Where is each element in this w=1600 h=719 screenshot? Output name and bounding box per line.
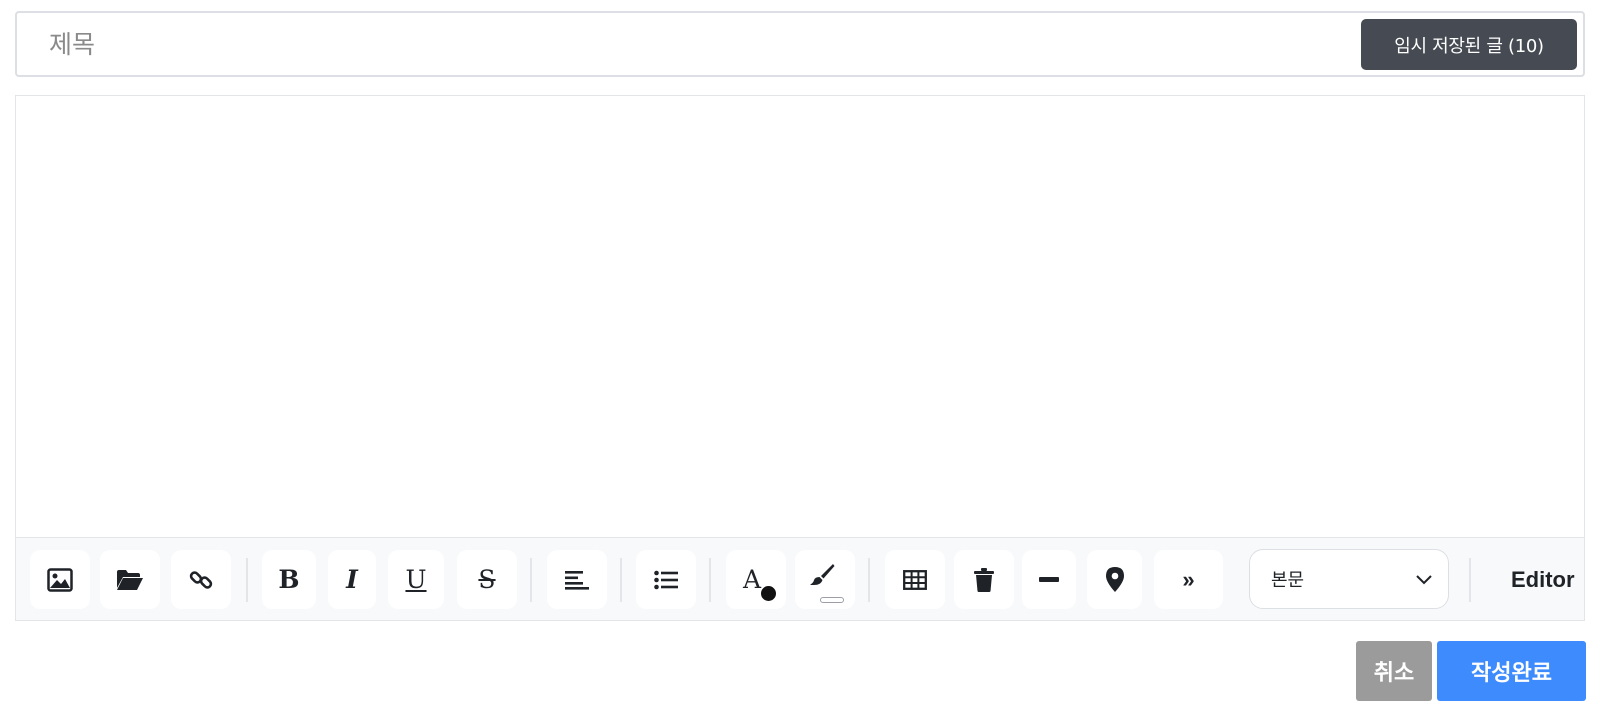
font-color-button[interactable]: A [726,550,786,609]
more-icon: » [1182,566,1195,592]
insert-image-button[interactable] [30,550,90,609]
temp-saved-posts-button[interactable]: 임시 저장된 글 (10) [1361,19,1577,70]
highlight-brush-icon [809,563,844,603]
italic-icon: I [346,565,358,594]
insert-location-button[interactable] [1087,550,1142,609]
paragraph-style-value: 본문 [1271,570,1305,591]
toolbar-divider [620,558,622,602]
bold-button[interactable]: B [262,550,316,609]
underline-icon: U [405,565,427,594]
title-bar: 임시 저장된 글 (10) [15,11,1585,77]
map-pin-icon [1105,567,1124,592]
highlight-swatch [820,596,844,603]
editor-mode-toggle[interactable]: Editor [1511,567,1575,593]
editor-toolbar: B I U S A » 본문 Editor [16,537,1584,620]
delete-button[interactable] [954,550,1014,609]
strikethrough-button[interactable]: S [457,550,517,609]
list-icon [654,570,678,590]
underline-button[interactable]: U [388,550,444,609]
insert-link-button[interactable] [171,550,231,609]
highlight-color-button[interactable] [795,550,855,609]
folder-open-icon [116,569,144,591]
align-button[interactable] [547,550,607,609]
toolbar-divider [709,558,711,602]
horizontal-rule-icon [1039,576,1059,583]
editor-content-area[interactable] [16,96,1584,538]
font-color-swatch [761,585,776,601]
insert-file-button[interactable] [100,550,160,609]
list-button[interactable] [636,550,696,609]
font-color-icon: A [741,564,776,601]
toolbar-divider [868,558,870,602]
trash-icon [974,567,994,592]
insert-table-button[interactable] [885,550,945,609]
editor: B I U S A » 본문 Editor [15,95,1585,621]
toolbar-divider [1469,558,1471,602]
font-color-letter: A [743,564,762,594]
strikethrough-icon: S [478,565,496,594]
align-left-icon [565,570,589,590]
image-icon [47,567,73,592]
horizontal-rule-button[interactable] [1022,550,1076,609]
italic-button[interactable]: I [328,550,376,609]
chevron-down-icon [1416,570,1432,589]
more-tools-button[interactable]: » [1154,550,1223,609]
table-icon [903,569,927,590]
toolbar-divider [246,558,248,602]
title-input[interactable] [35,21,1285,67]
bold-icon: B [278,565,300,594]
submit-button[interactable]: 작성완료 [1437,641,1586,701]
cancel-button[interactable]: 취소 [1356,641,1432,701]
paragraph-style-select[interactable]: 본문 [1249,549,1449,609]
link-icon [189,568,213,592]
toolbar-divider [530,558,532,602]
